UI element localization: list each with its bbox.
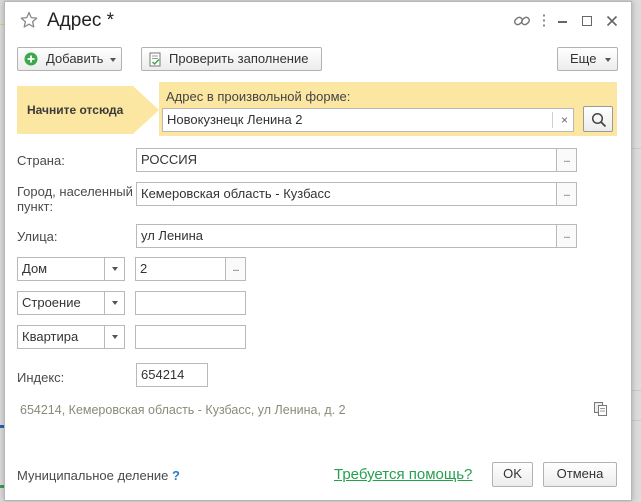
country-input[interactable]: РОССИЯ ... [136,148,577,172]
search-button[interactable] [583,106,613,132]
help-link[interactable]: Требуется помощь? [334,466,472,483]
city-value: Кемеровская область - Кузбасс [141,186,331,201]
building-type-select[interactable]: Строение [17,291,125,315]
city-label: Город, населенный пункт: [17,184,133,214]
house-type-select[interactable]: Дом [17,257,125,281]
free-form-address-value: Новокузнецк Ленина 2 [167,112,303,127]
dialog-title: Адрес * [47,10,115,31]
check-fill-button-label: Проверить заполнение [169,51,309,66]
star-icon[interactable] [20,11,38,29]
municipal-division-link[interactable]: Муниципальное деление [17,468,168,483]
street-label: Улица: [17,229,58,244]
document-check-icon [149,52,161,67]
index-label: Индекс: [17,370,65,385]
city-input[interactable]: Кемеровская область - Кузбасс ... [136,182,577,206]
house-number-input[interactable]: 2 ... [135,257,246,281]
street-value: ул Ленина [141,228,204,243]
house-number-value: 2 [140,261,148,276]
building-type-dropdown[interactable] [104,291,125,315]
background-strip [632,420,641,421]
house-type-dropdown[interactable] [104,257,125,281]
index-input[interactable]: 654214 [136,363,208,387]
country-label: Страна: [17,153,65,168]
index-value: 654214 [141,367,185,382]
plus-circle-icon [24,52,38,66]
chevron-down-icon [605,58,611,62]
select-house-button[interactable]: ... [225,258,245,280]
close-icon[interactable] [606,15,618,27]
chevron-down-icon [112,267,118,271]
select-country-button[interactable]: ... [556,149,576,171]
building-number-input[interactable] [135,291,246,315]
start-here-label: Начните отсюда [27,103,124,117]
clear-icon[interactable]: × [561,109,568,131]
vertical-dots-icon[interactable]: ⋮ [535,12,553,30]
background-strip [632,390,641,391]
free-form-address-label: Адрес в произвольной форме: [166,89,351,104]
ok-button[interactable]: OK [492,462,533,487]
free-form-address-input[interactable]: Новокузнецк Ленина 2 × [162,108,574,132]
full-address-text: 654214, Кемеровская область - Кузбасс, у… [20,403,346,417]
apartment-number-input[interactable] [135,325,246,349]
minimize-icon[interactable] [558,21,567,23]
apartment-type-select[interactable]: Квартира [17,325,125,349]
cancel-button[interactable]: Отмена [543,462,617,487]
street-input[interactable]: ул Ленина ... [136,224,577,248]
city-label-line2: пункт: [17,199,54,214]
select-city-button[interactable]: ... [556,183,576,205]
chevron-down-icon [112,301,118,305]
city-label-line1: Город, населенный [17,184,133,199]
maximize-icon[interactable] [582,16,592,26]
ok-button-label: OK [503,466,522,481]
house-type-value: Дом [22,261,48,276]
search-icon [591,112,607,128]
background-strip [632,148,641,149]
country-value: РОССИЯ [141,152,198,167]
apartment-type-dropdown[interactable] [104,325,125,349]
more-button[interactable]: Еще [557,47,618,71]
address-dialog: Адрес * ⋮ Добавить Проверить заполнение … [4,1,632,501]
select-street-button[interactable]: ... [556,225,576,247]
apartment-type-value: Квартира [22,329,79,344]
link-icon[interactable] [513,13,531,29]
cancel-button-label: Отмена [556,466,604,481]
check-fill-button[interactable]: Проверить заполнение [141,47,322,71]
add-button-label: Добавить [46,51,104,66]
more-button-label: Еще [570,51,597,66]
chevron-down-icon [112,335,118,339]
municipal-division-help-icon[interactable]: ? [172,468,180,483]
building-type-value: Строение [22,295,81,310]
add-button[interactable]: Добавить [17,47,122,71]
copy-icon[interactable] [593,401,609,417]
field-separator [552,112,553,128]
chevron-down-icon [110,58,116,62]
